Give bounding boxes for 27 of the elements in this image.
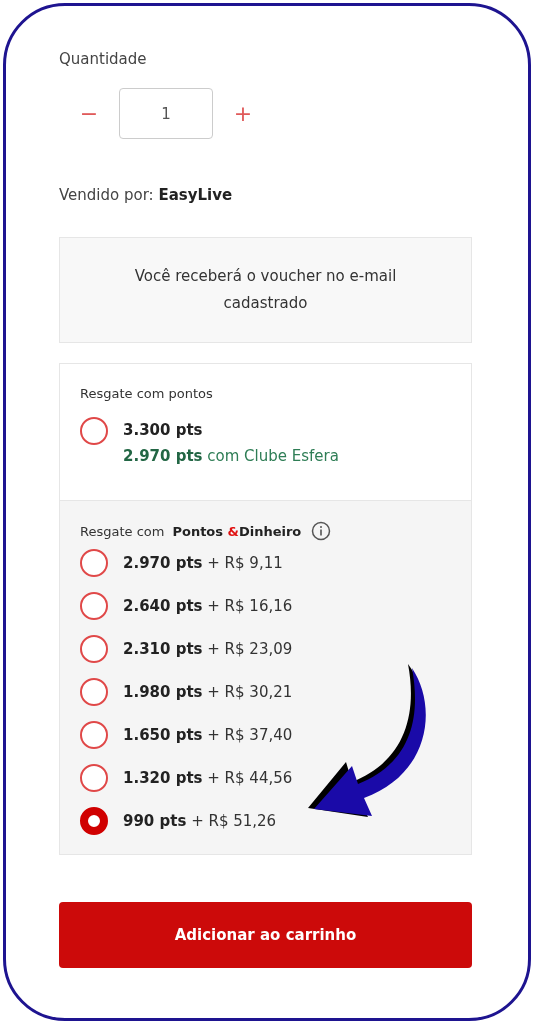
option-text: 2.970 pts + R$ 9,11	[123, 553, 283, 572]
option-text: 1.980 pts + R$ 30,21	[123, 682, 293, 701]
points-text: 3.300 pts	[123, 420, 204, 441]
option-text: 1.650 pts + R$ 37,40	[123, 725, 293, 744]
radio-button[interactable]	[80, 720, 108, 749]
quantity-label: Quantidade	[59, 50, 148, 68]
section-title: Resgate com Pontos &Dinheiro	[80, 523, 302, 539]
decrement-button[interactable]: −	[59, 88, 119, 139]
radio-button[interactable]	[80, 548, 108, 577]
option-text: 1.320 pts + R$ 44,56	[123, 768, 293, 787]
radio-button[interactable]	[80, 677, 108, 706]
section-title: Resgate com pontos	[80, 386, 214, 401]
add-to-cart-button[interactable]: Adicionar ao carrinho	[59, 902, 472, 968]
quantity-field[interactable]: 1	[119, 88, 213, 139]
radio-button[interactable]	[80, 591, 108, 620]
seller-text: Vendido por: EasyLive	[59, 186, 234, 204]
info-icon[interactable]	[311, 521, 332, 541]
increment-button[interactable]: +	[213, 88, 273, 139]
radio-button[interactable]	[80, 634, 108, 663]
option-text: 2.640 pts + R$ 16,16	[123, 596, 293, 615]
radio-button[interactable]	[80, 417, 108, 445]
option-text: 990 pts + R$ 51,26	[123, 811, 277, 830]
radio-button[interactable]	[80, 763, 108, 792]
notice-text: Você receberá o voucher no e-mail cadastrado	[133, 266, 398, 314]
club-price-text: 2.970 pts com Clube Esfera	[123, 446, 339, 467]
option-text: 2.310 pts + R$ 23,09	[123, 639, 293, 658]
radio-button[interactable]	[80, 806, 108, 835]
